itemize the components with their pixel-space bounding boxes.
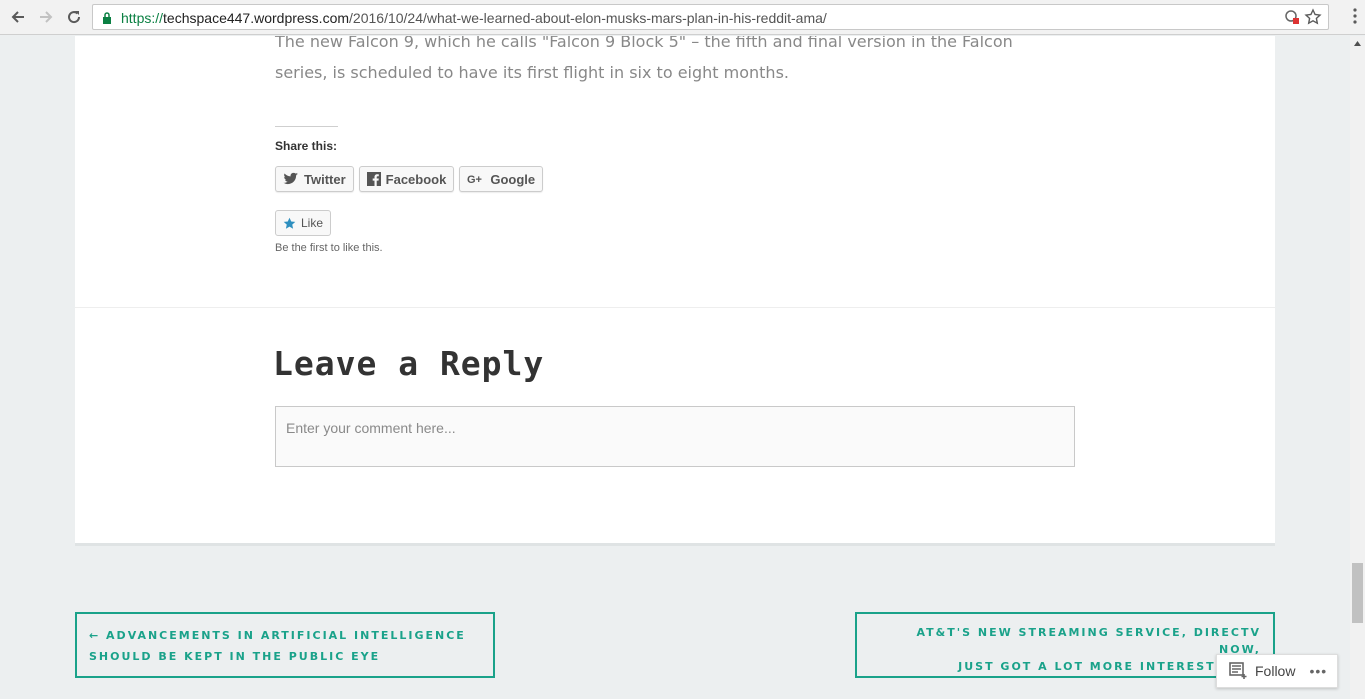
share-facebook-button[interactable]: Facebook [358, 166, 455, 192]
share-buttons: Twitter Facebook G+ Google [275, 166, 544, 192]
arrow-right-icon [40, 11, 53, 23]
share-divider [275, 126, 338, 127]
previous-post-link[interactable]: ← Advancements in Artificial Intelligenc… [75, 612, 495, 678]
share-title: Share this: [275, 139, 338, 153]
page-scrollbar[interactable] [1350, 36, 1365, 699]
follow-icon [1229, 662, 1247, 679]
next-post-line: AT&T's New Streaming Service, DirecTV No… [916, 626, 1261, 656]
facebook-icon [366, 172, 381, 186]
scroll-up-arrow[interactable] [1350, 36, 1365, 51]
reload-icon [68, 11, 81, 24]
google-plus-icon: G+ [467, 174, 482, 185]
previous-post-title: ← Advancements in Artificial Intelligenc… [89, 625, 481, 667]
twitter-icon [283, 172, 298, 185]
url-host: techspace447.wordpress.com [163, 10, 350, 26]
share-button-label: Twitter [304, 171, 346, 187]
url-text: https://techspace447.wordpress.com/2016/… [121, 10, 827, 26]
like-button[interactable]: Like [275, 210, 332, 236]
comment-input[interactable] [276, 407, 1074, 466]
share-google-button[interactable]: G+ Google [459, 166, 544, 192]
section-divider [75, 307, 1275, 308]
svg-text:G+: G+ [467, 174, 482, 185]
next-post-link[interactable]: AT&T's New Streaming Service, DirecTV No… [855, 612, 1275, 678]
next-post-title: AT&T's New Streaming Service, DirecTV No… [869, 624, 1261, 675]
follow-widget[interactable]: Follow ••• [1216, 654, 1338, 688]
arrow-left-icon: ← [89, 629, 107, 642]
paragraph-line: The new Falcon 9, which he calls "Falcon… [275, 36, 1013, 51]
back-button[interactable] [8, 7, 28, 27]
comment-box [275, 406, 1075, 467]
bookmark-star-icon[interactable] [1304, 8, 1322, 31]
star-icon [283, 217, 296, 229]
post-card: The new Falcon 9, which he calls "Falcon… [75, 36, 1275, 546]
caret-up-icon [1354, 41, 1361, 46]
forward-button[interactable] [36, 7, 56, 27]
like-label: Like [301, 216, 324, 230]
previous-post-line: Should be Kept in the Public Eye [89, 650, 381, 663]
share-button-label: Facebook [385, 171, 447, 187]
blocked-content-icon[interactable] [1284, 9, 1300, 30]
next-post-line: Just Got a Lot More Interesting [958, 660, 1244, 673]
previous-post-line: Advancements in Artificial Intelligence [106, 629, 466, 642]
lock-icon [102, 11, 112, 29]
address-bar[interactable]: https://techspace447.wordpress.com/2016/… [92, 4, 1329, 30]
reload-button[interactable] [64, 7, 84, 27]
page-viewport: The new Falcon 9, which he calls "Falcon… [0, 36, 1350, 699]
share-twitter-button[interactable]: Twitter [275, 166, 354, 192]
follow-label: Follow [1255, 663, 1296, 679]
follow-more-button[interactable]: ••• [1309, 663, 1327, 679]
url-path: /2016/10/24/what-we-learned-about-elon-m… [349, 10, 827, 26]
scroll-thumb[interactable] [1352, 563, 1363, 623]
url-scheme: https:// [121, 10, 164, 26]
article-paragraph: The new Falcon 9, which he calls "Falcon… [275, 36, 1075, 88]
browser-menu-icon[interactable] [1353, 8, 1357, 29]
reply-title: Leave a Reply [273, 344, 545, 383]
like-note: Be the first to like this. [275, 242, 383, 254]
browser-toolbar: https://techspace447.wordpress.com/2016/… [0, 0, 1365, 35]
paragraph-line: series, is scheduled to have its first f… [275, 63, 789, 82]
share-button-label: Google [490, 171, 536, 187]
arrow-left-icon [11, 11, 24, 23]
